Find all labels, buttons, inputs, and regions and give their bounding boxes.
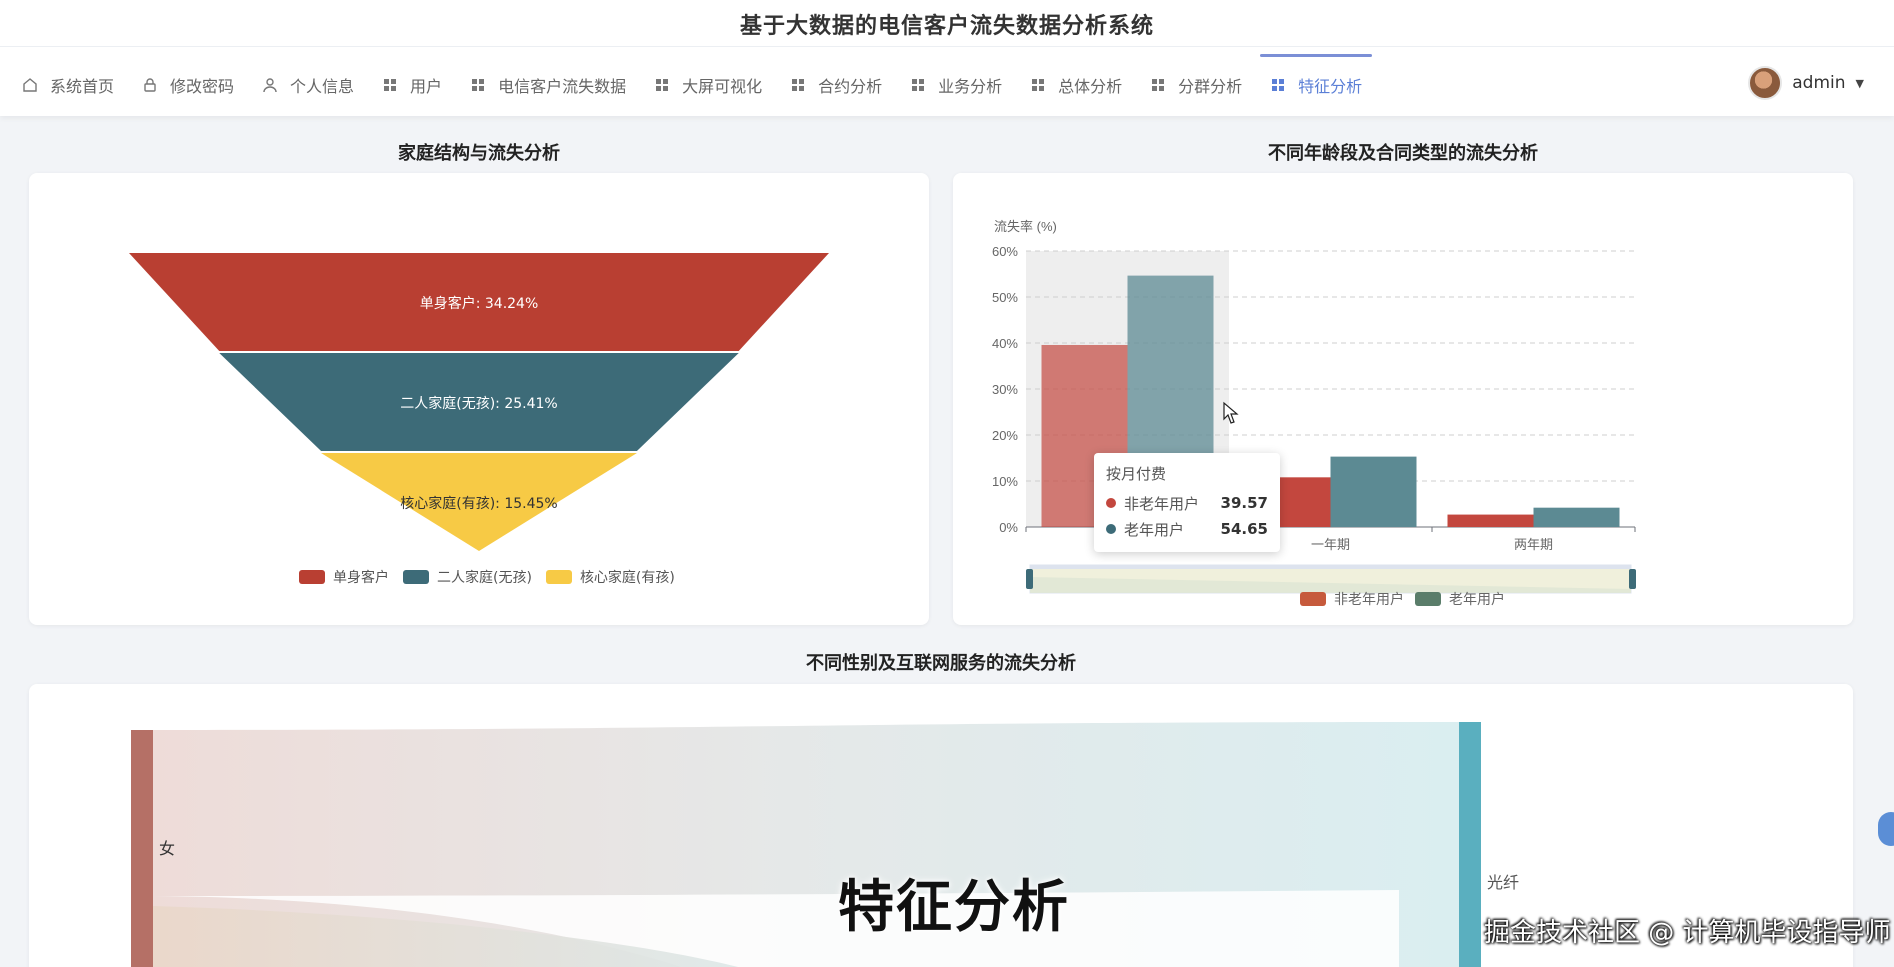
legend-label: 单身客户: [333, 570, 389, 586]
grid-icon: [382, 77, 398, 93]
main-nav: 系统首页 修改密码 个人信息 用户 电信客户流失数据 大屏可视化 合约分析 业务分析 总体分析 分…: [8, 54, 1376, 116]
nav-item-label: 总体分析: [1058, 77, 1123, 96]
header-divider: [0, 46, 1894, 47]
funnel-slice-label: 核心家庭(有孩): 15.45%: [400, 496, 558, 512]
nav-item-label: 业务分析: [938, 77, 1003, 96]
top-header: 基于大数据的电信客户流失数据分析系统 系统首页 修改密码 个人信息 用户 电信客户流失数…: [0, 0, 1894, 116]
nav-item-6[interactable]: 合约分析: [776, 54, 896, 116]
avatar[interactable]: [1748, 66, 1783, 100]
grid-icon: [910, 77, 926, 93]
lock-icon: [142, 77, 158, 93]
nav-item-label: 合约分析: [818, 77, 883, 96]
tooltip-row-non-senior: 非老年用户 39.57: [1106, 490, 1268, 516]
legend-label: 核心家庭(有孩): [579, 570, 675, 586]
tooltip-series-name: 老年用户: [1124, 520, 1185, 539]
video-caption: 特征分析: [838, 875, 1070, 940]
tooltip-dot: [1106, 524, 1116, 534]
grid-icon: [1030, 77, 1046, 93]
credit-watermark: 掘金技术社区 @ 计算机毕设指导师: [1484, 918, 1891, 948]
nav-item-4[interactable]: 电信客户流失数据: [456, 54, 640, 116]
nav-item-label: 大屏可视化: [682, 77, 763, 96]
bar-2-0[interactable]: [1447, 514, 1534, 527]
user-name: admin: [1792, 73, 1846, 93]
grid-icon: [470, 77, 486, 93]
legend-label: 非老年用户: [1334, 591, 1404, 607]
tooltip-series-name: 非老年用户: [1124, 494, 1200, 513]
sankey-node-fiber[interactable]: [1459, 722, 1481, 967]
age-contract-bar-chart: 0%10%20%30%40%50%60%流失率 (%)一年期 两年期非老年用户 老年…: [992, 219, 1636, 607]
legend-item[interactable]: 单身客户: [299, 567, 389, 587]
x-tick-label: 一年期: [1311, 537, 1350, 552]
y-tick-label: 20%: [992, 428, 1018, 443]
app-title: 基于大数据的电信客户流失数据分析系统: [739, 14, 1154, 39]
legend-swatch[interactable]: [1300, 592, 1326, 606]
nav-item-5[interactable]: 大屏可视化: [640, 54, 776, 116]
funnel-slice-label: 二人家庭(无孩): 25.41%: [400, 396, 558, 412]
nav-item-7[interactable]: 业务分析: [896, 54, 1016, 116]
floating-side-button[interactable]: [1878, 812, 1894, 846]
grid-icon: [654, 77, 670, 93]
y-tick-label: 10%: [992, 474, 1018, 489]
y-tick-label: 0%: [999, 520, 1018, 535]
bar-1-1[interactable]: [1330, 456, 1417, 527]
nav-item-1[interactable]: 修改密码: [128, 54, 248, 116]
funnel-legend: 单身客户 二人家庭(无孩) 核心家庭(有孩): [299, 567, 689, 587]
sankey-node-female[interactable]: [131, 730, 153, 967]
nav-item-label: 电信客户流失数据: [498, 77, 627, 96]
tooltip-row-senior: 老年用户 54.65: [1106, 516, 1268, 542]
funnel-slice-label: 单身客户: 34.24%: [419, 296, 539, 312]
funnel-labels: 单身客户: 34.24% 二人家庭(无孩): 25.41% 核心家庭(有孩): 15…: [29, 173, 929, 625]
grid-icon: [1270, 77, 1286, 93]
nav-item-9[interactable]: 分群分析: [1136, 54, 1256, 116]
tooltip-dot: [1106, 498, 1116, 508]
legend-label: 二人家庭(无孩): [437, 570, 532, 586]
y-tick-label: 40%: [992, 336, 1018, 351]
nav-item-label: 系统首页: [50, 77, 115, 96]
y-axis-label: 流失率 (%): [994, 219, 1057, 234]
data-zoom-track: [1030, 565, 1631, 569]
nav-item-10[interactable]: 特征分析: [1256, 54, 1376, 116]
legend-swatch: [545, 570, 572, 584]
grid-icon: [1150, 77, 1166, 93]
family-funnel-card: 单身客户: 34.24% 二人家庭(无孩): 25.41% 核心家庭(有孩): 15…: [29, 173, 929, 625]
nav-item-label: 用户: [410, 77, 443, 96]
nav-item-0[interactable]: 系统首页: [8, 54, 128, 116]
nav-item-label: 修改密码: [170, 77, 235, 96]
data-zoom-handle-right[interactable]: [1629, 569, 1636, 589]
user-menu[interactable]: admin ▼: [1748, 66, 1864, 100]
bar-2-1[interactable]: [1533, 507, 1620, 527]
sankey-node-label-fiber: 光纤: [1487, 874, 1519, 892]
chevron-down-icon[interactable]: ▼: [1856, 77, 1864, 90]
y-tick-label: 60%: [992, 244, 1018, 259]
age-contract-bar-card: 0% 10% 20% 30% 40% 50% 60% 流失率 (%) 一年期 两年期 非老年用户 老年…: [953, 173, 1853, 625]
nav-item-2[interactable]: 个人信息: [248, 54, 368, 116]
nav-item-8[interactable]: 总体分析: [1016, 54, 1136, 116]
grid-icon: [790, 77, 806, 93]
nav-item-3[interactable]: 用户: [368, 54, 456, 116]
data-zoom-handle-left[interactable]: [1026, 569, 1033, 589]
legend-item[interactable]: 二人家庭(无孩): [403, 567, 532, 587]
legend-label: 老年用户: [1449, 591, 1505, 607]
x-tick-label: 两年期: [1514, 537, 1553, 552]
nav-item-label: 分群分析: [1178, 77, 1243, 96]
tooltip-series-value: 39.57: [1220, 494, 1268, 512]
bar-tooltip: 按月付费 非老年用户 39.57 老年用户 54.65: [1094, 453, 1280, 552]
legend-swatch[interactable]: [1415, 592, 1441, 606]
legend-swatch: [403, 570, 429, 584]
y-tick-label: 50%: [992, 290, 1018, 305]
tooltip-series-value: 54.65: [1220, 520, 1268, 538]
legend-item[interactable]: 核心家庭(有孩): [545, 567, 675, 587]
nav-item-label: 特征分析: [1298, 77, 1363, 96]
user-icon: [262, 77, 278, 93]
y-tick-label: 30%: [992, 382, 1018, 397]
sankey-node-label-female: 女: [159, 839, 175, 858]
legend-swatch: [299, 570, 325, 584]
nav-item-label: 个人信息: [290, 77, 355, 96]
home-icon: [22, 77, 38, 93]
age-contract-section-title: 不同年龄段及合同类型的流失分析: [1268, 143, 1538, 164]
family-section-title: 家庭结构与流失分析: [398, 143, 560, 164]
gender-internet-section-title: 不同性别及互联网服务的流失分析: [806, 653, 1076, 674]
tooltip-title: 按月付费: [1106, 465, 1167, 483]
